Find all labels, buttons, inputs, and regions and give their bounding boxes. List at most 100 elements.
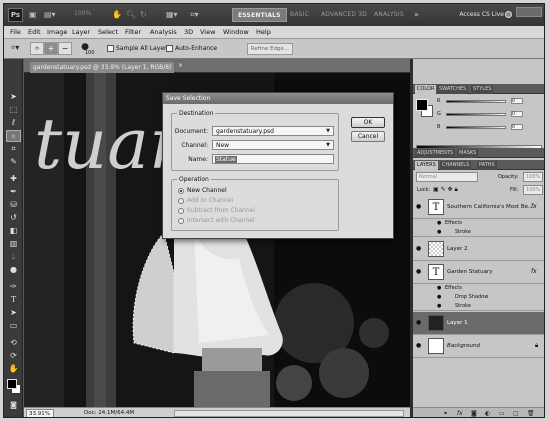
blend-mode-select[interactable]: Normal [416, 172, 478, 182]
visibility-eye-icon[interactable]: ● [416, 245, 421, 252]
red-slider[interactable]: R 0 [437, 98, 523, 105]
menu-edit[interactable]: Edit [28, 28, 41, 36]
quick-mask-icon[interactable]: ◙ [6, 399, 21, 411]
cs-live-icon[interactable] [505, 11, 512, 18]
arrange-documents-icon[interactable]: ▦▾ [166, 9, 178, 21]
menu-layer[interactable]: Layer [72, 28, 90, 36]
menu-view[interactable]: View [200, 28, 215, 36]
cancel-button[interactable]: Cancel [351, 131, 385, 142]
add-style-icon[interactable]: fx [457, 410, 463, 417]
tab-layers[interactable]: LAYERS [415, 161, 438, 170]
cs-live-label[interactable]: Access CS Live [459, 11, 504, 18]
layer-row-layer-1[interactable]: ● Layer 1 [413, 312, 544, 335]
layer-row-garden-statuary[interactable]: ● T Garden Statuary fx [413, 261, 544, 284]
brush-tool-icon[interactable]: ✒ [6, 186, 21, 198]
visibility-eye-icon[interactable]: ● [416, 342, 421, 349]
lasso-tool-icon[interactable]: ℓ [6, 117, 21, 129]
layer-row-southern-california[interactable]: ● T Southern California's Most Be... fx [413, 196, 544, 219]
hand-tool-panel-icon[interactable]: ✋ [6, 363, 21, 375]
visibility-eye-icon[interactable]: ● [416, 268, 421, 275]
auto-enhance-checkbox[interactable] [166, 45, 173, 52]
quick-selection-tool-icon[interactable]: ⸰ [6, 130, 21, 142]
fx-icon[interactable]: fx [531, 268, 537, 275]
zoom-field[interactable]: 33.91% [26, 409, 54, 417]
workspace-advanced-3d[interactable]: ADVANCED 3D [316, 8, 372, 22]
blur-tool-icon[interactable]: 💧︎ [6, 251, 21, 263]
foreground-color-swatch[interactable] [7, 379, 17, 389]
visibility-eye-icon[interactable]: ● [437, 303, 441, 309]
visibility-eye-icon[interactable]: ● [437, 294, 441, 300]
document-size[interactable]: Doc: 24.1M/64.4M [84, 410, 134, 416]
menu-analysis[interactable]: Analysis [150, 28, 177, 36]
pen-tool-icon[interactable]: ✑ [6, 281, 21, 293]
horizontal-scrollbar[interactable] [174, 410, 404, 417]
menu-help[interactable]: Help [256, 28, 271, 36]
history-brush-tool-icon[interactable]: ↺ [6, 212, 21, 224]
effects-row[interactable]: ● Effects [413, 219, 544, 228]
visibility-eye-icon[interactable]: ● [437, 285, 441, 291]
tab-styles[interactable]: STYLES [471, 85, 494, 94]
shape-tool-icon[interactable]: ▭ [6, 320, 21, 332]
fx-icon[interactable]: fx [531, 203, 537, 210]
more-workspaces-icon[interactable]: » [409, 8, 424, 22]
opacity-field[interactable]: 100% [523, 172, 543, 182]
new-layer-icon[interactable]: ▢ [513, 410, 519, 417]
tab-adjustments[interactable]: ADJUSTMENTS [415, 149, 456, 158]
green-slider[interactable]: G 0 [437, 111, 523, 118]
close-tab-icon[interactable]: × [178, 62, 183, 69]
menu-window[interactable]: Window [223, 28, 249, 36]
subtract-from-selection-icon[interactable]: − [58, 42, 72, 55]
3d-rotate-tool-icon[interactable]: ⟲ [6, 337, 21, 349]
gradient-tool-icon[interactable]: ▥ [6, 238, 21, 250]
effect-stroke-row[interactable]: ● Stroke [413, 302, 544, 311]
zoom-tool-icon[interactable]: 🔍︎ [126, 9, 136, 21]
add-to-selection-icon[interactable]: + [44, 42, 58, 55]
tab-paths[interactable]: PATHS [477, 161, 497, 170]
tab-swatches[interactable]: SWATCHES [437, 85, 469, 94]
delete-layer-icon[interactable]: 🗑︎ [527, 410, 535, 417]
menu-filter[interactable]: Filter [125, 28, 141, 36]
crop-tool-icon[interactable]: ⌗ [6, 143, 21, 155]
new-group-icon[interactable]: ▭ [499, 410, 505, 417]
effects-row[interactable]: ● Effects [413, 284, 544, 293]
fill-field[interactable]: 100% [523, 185, 543, 195]
menu-image[interactable]: Image [47, 28, 67, 36]
foreground-color-chip[interactable] [416, 99, 428, 111]
mini-bridge-icon[interactable]: ▤▾ [44, 9, 56, 21]
effect-stroke-row[interactable]: ● Stroke [413, 228, 544, 237]
document-select[interactable]: gardenstatuary.psd ▼ [212, 126, 334, 136]
tab-masks[interactable]: MASKS [457, 149, 479, 158]
refine-edge-button[interactable]: Refine Edge... [247, 43, 293, 55]
new-channel-radio[interactable] [178, 188, 184, 194]
bridge-icon[interactable]: ▣ [29, 9, 37, 21]
effect-drop-shadow-row[interactable]: ● Drop Shadow [413, 293, 544, 302]
intersect-with-channel-radio[interactable] [178, 218, 184, 224]
workspace-basic[interactable]: BASIC [285, 8, 314, 22]
workspace-analysis[interactable]: ANALYSIS [369, 8, 409, 22]
name-field[interactable]: Statue [212, 154, 334, 164]
ok-button[interactable]: OK [351, 117, 385, 128]
add-mask-icon[interactable]: ◙ [471, 410, 477, 417]
hand-tool-icon[interactable]: ✋ [112, 9, 122, 21]
menu-3d[interactable]: 3D [184, 28, 193, 36]
healing-brush-tool-icon[interactable]: ✚ [6, 173, 21, 185]
rotate-view-icon[interactable]: ↻ [140, 9, 147, 21]
layer-row-background[interactable]: ● Background 🔒︎ [413, 335, 544, 358]
type-tool-icon[interactable]: T [6, 294, 21, 306]
tab-color[interactable]: COLOR [415, 85, 437, 94]
menu-file[interactable]: File [10, 28, 21, 36]
channel-select[interactable]: New ▼ [212, 140, 334, 150]
subtract-from-channel-radio[interactable] [178, 208, 184, 214]
screen-mode-icon[interactable]: ⌗▾ [190, 9, 199, 21]
dodge-tool-icon[interactable]: ● [6, 264, 21, 276]
workspace-essentials[interactable]: ESSENTIALS [232, 8, 287, 22]
add-to-channel-radio[interactable] [178, 198, 184, 204]
path-selection-tool-icon[interactable]: ➤ [6, 307, 21, 319]
visibility-eye-icon[interactable]: ● [437, 220, 441, 226]
window-controls[interactable] [516, 7, 542, 17]
zoom-level[interactable]: 100% [74, 10, 91, 17]
menu-select[interactable]: Select [98, 28, 118, 36]
adjustment-layer-icon[interactable]: ◐ [485, 410, 490, 417]
lock-icons[interactable]: ▣ ✎ ✥ 🔒︎ [433, 186, 458, 194]
blue-slider[interactable]: B 0 [437, 124, 523, 131]
